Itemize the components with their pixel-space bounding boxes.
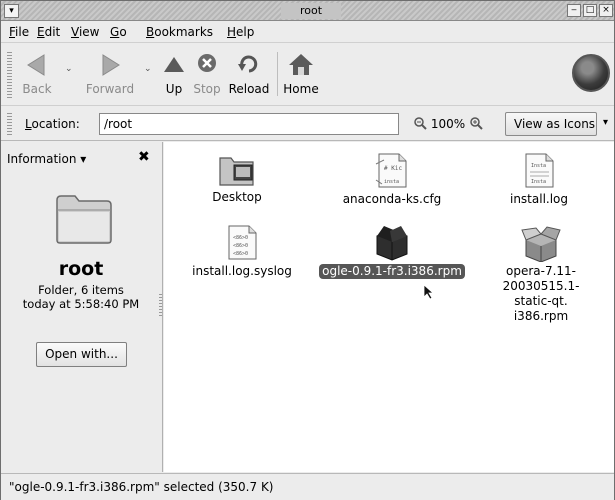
reload-button[interactable]: Reload: [227, 50, 271, 96]
svg-text:<86>0: <86>0: [233, 235, 248, 241]
log-file-icon: <86>0 <86>0 <86>0: [228, 225, 257, 260]
home-icon: [289, 54, 313, 75]
file-label: anaconda-ks.cfg: [342, 192, 442, 206]
file-item-ogle-rpm[interactable]: ogle-0.9.1-fr3.i386.rpm: [314, 222, 470, 279]
view-as-selector[interactable]: View as Icons: [505, 112, 597, 136]
config-file-icon: # Kic insta: [375, 153, 407, 188]
sidebar-resize-handle[interactable]: [159, 292, 162, 316]
location-label: Location:: [25, 117, 80, 131]
up-button[interactable]: Up: [161, 50, 187, 96]
folder-icon: [56, 195, 112, 244]
svg-text:<86>0: <86>0: [233, 243, 248, 249]
icon-view[interactable]: Desktop # Kic insta anaconda-ks.cfg Inst…: [164, 142, 614, 472]
menu-bar: File Edit View Go Bookmarks Help: [1, 21, 614, 43]
stop-button[interactable]: Stop: [191, 50, 223, 96]
back-label: Back: [22, 82, 52, 96]
stop-label: Stop: [193, 82, 221, 96]
file-item-desktop[interactable]: Desktop: [182, 150, 292, 205]
svg-text:<86>0: <86>0: [233, 251, 248, 257]
svg-text:Insta: Insta: [531, 163, 546, 169]
minimize-button[interactable]: ‒: [567, 4, 581, 17]
rpm-package-icon: [376, 226, 408, 261]
home-label: Home: [283, 82, 319, 96]
menu-edit[interactable]: Edit: [37, 25, 60, 39]
forward-label: Forward: [85, 82, 135, 96]
file-item-opera-rpm[interactable]: opera-7.11- 20030515.1-static-qt. i386.rpm: [486, 222, 596, 324]
title-bar[interactable]: ▾ root ‒ □ ×: [1, 1, 614, 21]
toolbar-separator: [277, 52, 278, 96]
location-bar-grip[interactable]: [7, 113, 12, 135]
svg-text:Insta: Insta: [531, 179, 546, 185]
file-item-install-log[interactable]: Insta Insta install.log: [494, 150, 584, 207]
zoom-control: 100%: [413, 116, 483, 131]
menu-file[interactable]: File: [9, 25, 29, 39]
close-window-button[interactable]: ×: [599, 4, 613, 17]
activity-throbber-icon: [572, 54, 610, 92]
menu-bookmarks[interactable]: Bookmarks: [146, 25, 213, 39]
back-history-dropdown-icon[interactable]: ⌄: [65, 64, 73, 74]
file-label: Desktop: [212, 190, 262, 204]
menu-view[interactable]: View: [71, 25, 99, 39]
zoom-level[interactable]: 100%: [431, 117, 465, 131]
file-item-anaconda-ks-cfg[interactable]: # Kic insta anaconda-ks.cfg: [332, 150, 452, 207]
forward-arrow-icon: [102, 54, 120, 76]
status-bar: "ogle-0.9.1-fr3.i386.rpm" selected (350.…: [1, 473, 614, 500]
file-label: opera-7.11- 20030515.1-static-qt. i386.rpm: [502, 264, 580, 323]
forward-history-dropdown-icon[interactable]: ⌄: [144, 64, 152, 74]
sidebar-folder-modified: today at 5:58:40 PM: [22, 297, 140, 311]
back-arrow-icon: [27, 54, 45, 76]
svg-text:# Kic: # Kic: [384, 165, 402, 172]
status-text: "ogle-0.9.1-fr3.i386.rpm" selected (350.…: [9, 480, 274, 494]
view-as-dropdown-icon[interactable]: ▾: [597, 112, 614, 136]
menu-help[interactable]: Help: [227, 25, 254, 39]
forward-button[interactable]: Forward: [83, 50, 137, 96]
up-label: Up: [165, 82, 183, 96]
information-sidebar: Information ▾ ✖ root Folder, 6 items tod…: [1, 142, 163, 472]
home-button[interactable]: Home: [283, 50, 319, 96]
window-menu-button[interactable]: ▾: [4, 4, 19, 18]
rpm-package-open-icon: [521, 226, 561, 262]
file-label: ogle-0.9.1-fr3.i386.rpm: [319, 264, 465, 279]
reload-icon: [238, 55, 258, 73]
file-label: install.log: [509, 192, 569, 206]
sidebar-folder-name: root: [58, 258, 104, 280]
close-sidebar-icon[interactable]: ✖: [138, 149, 150, 165]
sidebar-type-selector[interactable]: Information ▾: [7, 152, 86, 166]
file-label: install.log.syslog: [192, 264, 292, 278]
window-title: root: [281, 3, 341, 19]
file-item-install-log-syslog[interactable]: <86>0 <86>0 <86>0 install.log.syslog: [182, 222, 302, 279]
file-manager-window: ▾ root ‒ □ × File Edit View Go Bookmarks…: [0, 0, 615, 500]
up-arrow-icon: [164, 57, 184, 72]
desktop-folder-icon: [219, 157, 254, 186]
zoom-in-icon[interactable]: [469, 116, 483, 130]
svg-text:insta: insta: [384, 179, 399, 185]
back-button[interactable]: Back: [17, 50, 57, 96]
toolbar: Back ⌄ Forward ⌄ Up Stop Reload Home: [1, 44, 614, 106]
stop-icon: [198, 54, 216, 72]
maximize-button[interactable]: □: [583, 4, 597, 17]
menu-go[interactable]: Go: [110, 25, 127, 39]
open-with-button[interactable]: Open with...: [36, 342, 127, 367]
toolbar-grip[interactable]: [7, 52, 12, 98]
chevron-down-icon: ▾: [80, 152, 87, 166]
sidebar-folder-type: Folder, 6 items: [38, 283, 124, 297]
location-input[interactable]: /root: [99, 113, 399, 135]
mouse-pointer-icon: [423, 284, 435, 300]
location-bar: Location: /root 100% View as Icons ▾: [1, 107, 614, 141]
log-file-icon: Insta Insta: [525, 153, 554, 188]
reload-label: Reload: [228, 82, 270, 96]
zoom-out-icon[interactable]: [413, 116, 427, 130]
